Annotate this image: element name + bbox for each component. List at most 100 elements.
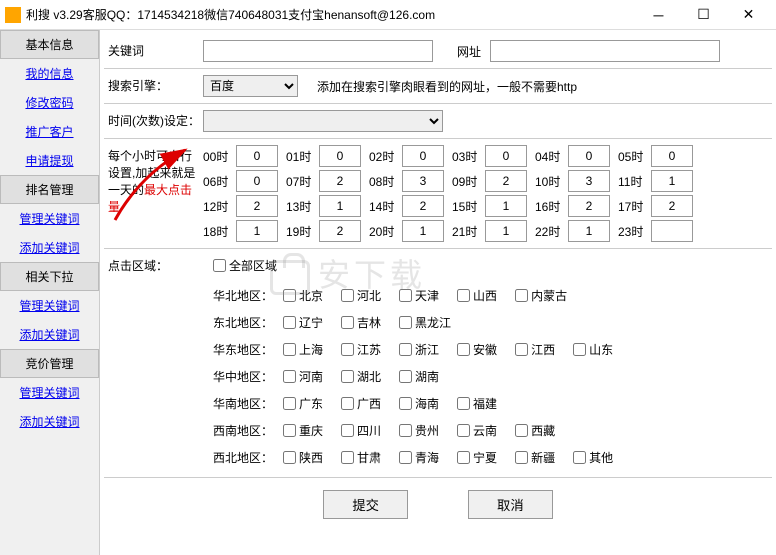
hour-input[interactable] [568,145,610,167]
region-checkbox-item[interactable]: 青海 [399,449,439,466]
hour-input[interactable] [485,195,527,217]
region-checkbox[interactable] [573,451,586,464]
sidebar-item[interactable]: 推广客户 [0,117,99,146]
region-checkbox[interactable] [399,316,412,329]
sidebar-item[interactable]: 修改密码 [0,88,99,117]
region-checkbox-item[interactable]: 湖北 [341,368,381,385]
hour-input[interactable] [651,170,693,192]
hour-input[interactable] [651,145,693,167]
region-checkbox[interactable] [457,424,470,437]
region-checkbox-item[interactable]: 贵州 [399,422,439,439]
region-checkbox[interactable] [399,397,412,410]
sidebar-item[interactable]: 申请提现 [0,146,99,175]
hour-input[interactable] [236,170,278,192]
region-checkbox-item[interactable]: 上海 [283,341,323,358]
engine-select[interactable]: 百度 [203,75,298,97]
maximize-button[interactable]: ☐ [681,1,726,29]
region-checkbox-item[interactable]: 辽宁 [283,314,323,331]
region-checkbox-item[interactable]: 广东 [283,395,323,412]
region-checkbox[interactable] [341,289,354,302]
region-checkbox[interactable] [283,424,296,437]
region-checkbox-item[interactable]: 山东 [573,341,613,358]
region-checkbox-item[interactable]: 四川 [341,422,381,439]
hour-input[interactable] [236,145,278,167]
region-checkbox-item[interactable]: 吉林 [341,314,381,331]
hour-input[interactable] [402,170,444,192]
region-checkbox-item[interactable]: 江苏 [341,341,381,358]
region-checkbox[interactable] [341,316,354,329]
region-checkbox[interactable] [283,370,296,383]
hour-input[interactable] [402,220,444,242]
region-checkbox-item[interactable]: 湖南 [399,368,439,385]
region-checkbox[interactable] [399,343,412,356]
region-checkbox[interactable] [399,424,412,437]
region-checkbox-item[interactable]: 新疆 [515,449,555,466]
region-checkbox-item[interactable]: 河南 [283,368,323,385]
hour-input[interactable] [485,145,527,167]
region-checkbox-item[interactable]: 宁夏 [457,449,497,466]
region-checkbox-item[interactable]: 云南 [457,422,497,439]
region-checkbox[interactable] [515,343,528,356]
region-checkbox[interactable] [399,370,412,383]
region-checkbox[interactable] [283,289,296,302]
region-checkbox-item[interactable]: 广西 [341,395,381,412]
region-checkbox-item[interactable]: 福建 [457,395,497,412]
hour-input[interactable] [319,220,361,242]
close-button[interactable]: ✕ [726,1,771,29]
sidebar-item[interactable]: 添加关键词 [0,407,99,436]
submit-button[interactable]: 提交 [323,490,408,519]
hour-input[interactable] [319,170,361,192]
region-checkbox-item[interactable]: 浙江 [399,341,439,358]
region-checkbox[interactable] [515,424,528,437]
region-checkbox[interactable] [341,370,354,383]
region-checkbox[interactable] [399,289,412,302]
sidebar-item[interactable]: 管理关键词 [0,291,99,320]
region-checkbox[interactable] [515,451,528,464]
hour-input[interactable] [319,145,361,167]
region-checkbox[interactable] [457,397,470,410]
hour-input[interactable] [236,220,278,242]
hour-input[interactable] [485,220,527,242]
region-checkbox-item[interactable]: 甘肃 [341,449,381,466]
sidebar-item[interactable]: 添加关键词 [0,320,99,349]
region-checkbox-item[interactable]: 河北 [341,287,381,304]
region-checkbox[interactable] [515,289,528,302]
hour-input[interactable] [568,220,610,242]
sidebar-item[interactable]: 管理关键词 [0,204,99,233]
time-select[interactable] [203,110,443,132]
region-checkbox[interactable] [341,397,354,410]
hour-input[interactable] [485,170,527,192]
hour-input[interactable] [402,195,444,217]
region-checkbox-item[interactable]: 天津 [399,287,439,304]
hour-input[interactable] [236,195,278,217]
url-input[interactable] [490,40,720,62]
region-checkbox[interactable] [341,424,354,437]
region-checkbox[interactable] [283,397,296,410]
region-checkbox[interactable] [341,451,354,464]
all-region-checkbox[interactable] [213,259,226,272]
region-checkbox-item[interactable]: 安徽 [457,341,497,358]
sidebar-item[interactable]: 添加关键词 [0,233,99,262]
region-checkbox[interactable] [457,343,470,356]
region-checkbox[interactable] [341,343,354,356]
region-checkbox[interactable] [283,451,296,464]
region-checkbox-item[interactable]: 黑龙江 [399,314,451,331]
region-checkbox-item[interactable]: 山西 [457,287,497,304]
region-checkbox[interactable] [283,343,296,356]
keyword-input[interactable] [203,40,433,62]
sidebar-item[interactable]: 我的信息 [0,59,99,88]
region-checkbox-item[interactable]: 江西 [515,341,555,358]
region-checkbox-item[interactable]: 北京 [283,287,323,304]
hour-input[interactable] [402,145,444,167]
hour-input[interactable] [568,195,610,217]
region-checkbox[interactable] [573,343,586,356]
region-checkbox-item[interactable]: 重庆 [283,422,323,439]
region-checkbox[interactable] [399,451,412,464]
sidebar-item[interactable]: 管理关键词 [0,378,99,407]
region-checkbox-item[interactable]: 西藏 [515,422,555,439]
cancel-button[interactable]: 取消 [468,490,553,519]
region-checkbox[interactable] [283,316,296,329]
region-checkbox-item[interactable]: 其他 [573,449,613,466]
region-checkbox[interactable] [457,451,470,464]
hour-input[interactable] [319,195,361,217]
